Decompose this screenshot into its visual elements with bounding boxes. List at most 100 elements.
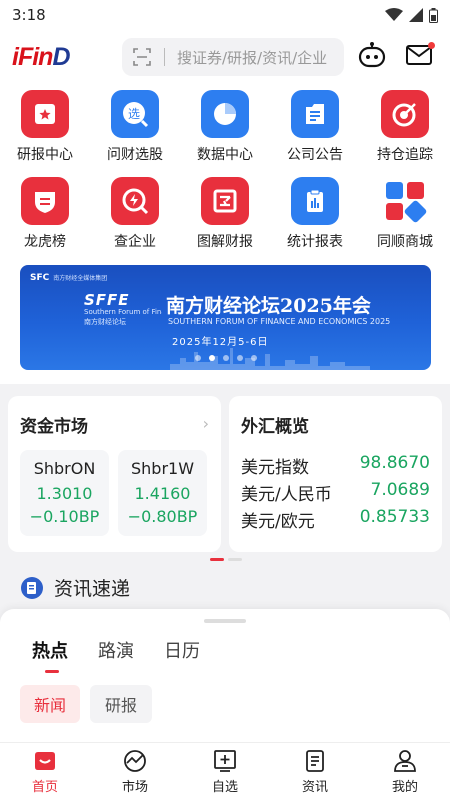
pager-dot-active[interactable]: [208, 355, 215, 361]
nav-watchlist[interactable]: 自选: [180, 743, 270, 800]
banner-subtitle: SOUTHERN FORUM OF FINANCE AND ECONOMICS …: [168, 317, 391, 326]
grid-item-reports[interactable]: 研报中心: [5, 90, 85, 164]
enterprise-search-icon: [111, 177, 159, 225]
money-market-item[interactable]: Shbr1W 1.4160 −0.80BP: [118, 450, 207, 536]
grid-label: 龙虎榜: [24, 234, 66, 250]
tab-hot[interactable]: 热点: [32, 637, 68, 673]
pager-dot[interactable]: [194, 355, 201, 361]
grid-item-announcements[interactable]: 公司公告: [275, 90, 355, 164]
search-input[interactable]: 搜证券/研报/资讯/企业: [122, 38, 344, 76]
fx-row[interactable]: 美元指数 98.8670: [241, 453, 430, 478]
news-icon: [306, 750, 324, 772]
grid-label: 图解财报: [197, 234, 253, 250]
banner-section: SFC南方财经全媒体集团 SFFE Southern Forum of Fina…: [0, 260, 450, 384]
status-time: 3:18: [12, 6, 46, 24]
fx-name: 美元/人民币: [241, 485, 332, 505]
store-grid-icon: [381, 177, 429, 225]
search-placeholder: 搜证券/研报/资讯/企业: [177, 48, 328, 67]
nav-label: 我的: [391, 780, 418, 795]
target-icon: [381, 90, 429, 138]
bottom-nav: 首页 市场 自选 资讯 我的: [0, 742, 450, 800]
status-bar: 3:18: [0, 0, 450, 30]
chevron-right-icon[interactable]: ›: [203, 414, 209, 433]
nav-label: 自选: [211, 780, 238, 795]
grid-item-data-center[interactable]: 数据中心: [185, 90, 265, 164]
fx-title: 外汇概览: [241, 417, 309, 437]
fx-value: 0.85733: [359, 507, 430, 527]
chip-news[interactable]: 新闻: [20, 685, 80, 723]
nav-home[interactable]: 首页: [0, 743, 90, 800]
money-market-card[interactable]: 资金市场 › ShbrON 1.3010 −0.10BP Shbr1W 1.41…: [8, 396, 221, 552]
grid-item-statistics[interactable]: 统计报表: [275, 177, 355, 251]
search-divider: [164, 48, 165, 66]
grid-item-enterprise[interactable]: 查企业: [95, 177, 175, 251]
grid-item-illustrated-reports[interactable]: 图解财报: [185, 177, 265, 251]
pager-dot[interactable]: [250, 355, 257, 361]
fx-value: 7.0689: [370, 480, 430, 500]
top-bar: iFinD 搜证券/研报/资讯/企业: [0, 30, 450, 84]
pager-dot[interactable]: [222, 355, 229, 361]
grid-label: 公司公告: [287, 147, 343, 163]
function-grid: 研报中心 选 问财选股 数据中心 公司公告 持仓追踪 龙虎榜 查企业 图解财报 …: [0, 84, 450, 260]
fx-value: 98.8670: [359, 453, 430, 473]
grid-label: 数据中心: [197, 147, 253, 163]
news-sheet: 热点 路演 日历 新闻 研报: [0, 609, 450, 742]
nav-market[interactable]: 市场: [90, 743, 180, 800]
shield-list-icon: [21, 177, 69, 225]
nav-news[interactable]: 资讯: [270, 743, 360, 800]
news-section-title: 资讯速递: [54, 578, 131, 600]
card-pager-inactive: [228, 558, 242, 561]
app-logo: iFinD: [12, 42, 71, 71]
nav-label: 市场: [121, 780, 148, 795]
promo-banner[interactable]: SFC南方财经全媒体集团 SFFE Southern Forum of Fina…: [20, 265, 431, 370]
announcement-icon: [291, 90, 339, 138]
clipboard-stats-icon: [291, 177, 339, 225]
fx-name: 美元指数: [241, 458, 309, 478]
money-market-title: 资金市场: [20, 417, 88, 437]
grid-label: 统计报表: [287, 234, 343, 250]
nav-profile[interactable]: 我的: [360, 743, 450, 800]
grid-label: 同顺商城: [377, 234, 433, 250]
unread-dot: [428, 42, 435, 49]
news-tabs: 热点 路演 日历: [32, 637, 200, 673]
banner-logo-sub1: Southern Forum of Finance and Economics: [84, 308, 162, 316]
money-market-item[interactable]: ShbrON 1.3010 −0.10BP: [20, 450, 109, 536]
report-star-icon: [21, 90, 69, 138]
grid-item-holdings-tracking[interactable]: 持仓追踪: [365, 90, 445, 164]
pie-chart-icon: [201, 90, 249, 138]
banner-title: 南方财经论坛2025年会: [166, 295, 371, 317]
rate-name: ShbrON: [33, 459, 96, 478]
grid-label: 查企业: [114, 234, 156, 250]
fx-row[interactable]: 美元/欧元 0.85733: [241, 507, 430, 532]
robot-assistant-icon[interactable]: [358, 42, 386, 72]
card-pager: [210, 558, 242, 561]
chip-research[interactable]: 研报: [90, 685, 152, 723]
wifi-icon: [385, 8, 403, 21]
stock-select-icon: 选: [111, 90, 159, 138]
tab-roadshow[interactable]: 路演: [98, 637, 134, 663]
profile-icon: [394, 750, 416, 772]
banner-org: SFC 南方财经全媒体集团: [30, 273, 108, 283]
tab-calendar[interactable]: 日历: [164, 637, 200, 663]
home-icon: [35, 752, 55, 770]
fx-row[interactable]: 美元/人民币 7.0689: [241, 480, 430, 505]
rate-value: 1.3010: [36, 484, 93, 503]
banner-logo-text: SFFE: [84, 291, 130, 309]
card-pager-active: [210, 558, 224, 561]
grid-item-store[interactable]: 同顺商城: [365, 177, 445, 251]
rate-change: −0.10BP: [29, 507, 100, 526]
drag-handle[interactable]: [204, 619, 246, 623]
nav-label: 资讯: [301, 780, 328, 795]
fx-overview-card[interactable]: 外汇概览 美元指数 98.8670 美元/人民币 7.0689 美元/欧元 0.…: [229, 396, 442, 552]
rate-name: Shbr1W: [130, 459, 195, 478]
grid-item-stock-select[interactable]: 选 问财选股: [95, 90, 175, 164]
watchlist-icon: [214, 750, 236, 772]
scan-icon[interactable]: [132, 47, 152, 67]
mail-icon[interactable]: [406, 42, 435, 69]
grid-label: 研报中心: [17, 147, 73, 163]
signal-icon: [409, 8, 423, 22]
nav-label: 首页: [31, 780, 58, 795]
news-section-header: 资讯速递: [20, 574, 130, 601]
grid-item-dragon-tiger[interactable]: 龙虎榜: [5, 177, 85, 251]
pager-dot[interactable]: [236, 355, 243, 361]
